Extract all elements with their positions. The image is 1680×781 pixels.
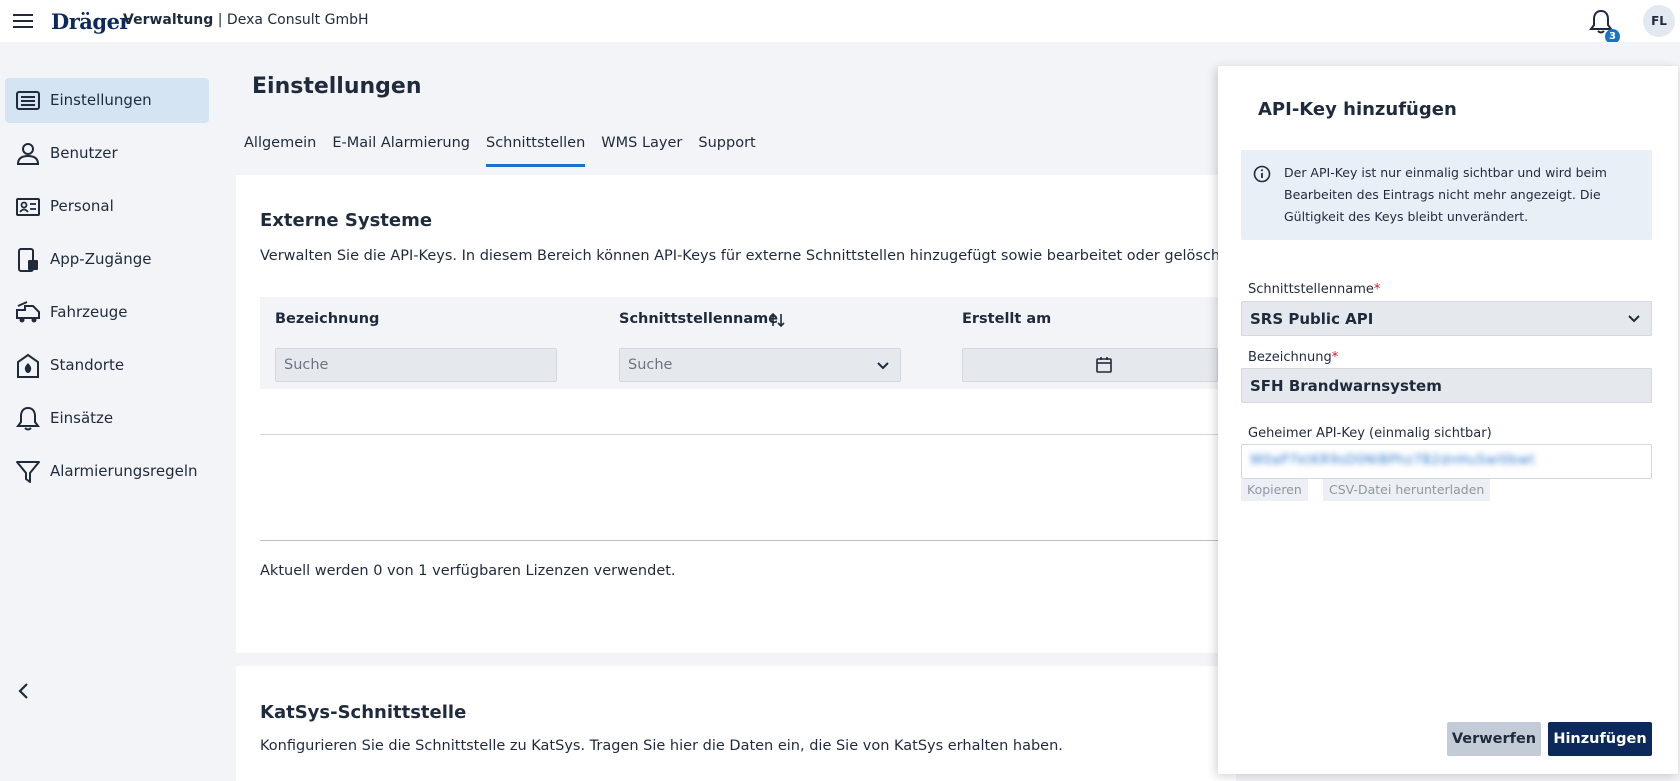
tab-wms-layer[interactable]: WMS Layer — [601, 125, 682, 167]
sidebar-item-einsaetze[interactable]: Einsätze — [5, 396, 209, 441]
field-label-bezeichnung: Bezeichnung* — [1248, 350, 1338, 365]
column-header-bezeichnung[interactable]: Bezeichnung — [275, 311, 379, 327]
filter-bezeichnung-input[interactable]: Suche — [275, 348, 557, 382]
table-footer-divider — [260, 540, 1218, 541]
katsys-title: KatSys-Schnittstelle — [260, 702, 467, 723]
menu-icon[interactable] — [13, 14, 33, 28]
add-button[interactable]: Hinzufügen — [1548, 722, 1652, 756]
katsys-description: Konfigurieren Sie die Schnittstelle zu K… — [260, 738, 1063, 754]
sidebar-item-label: Einstellungen — [50, 91, 152, 109]
chevron-down-icon — [1628, 315, 1640, 323]
chevron-down-icon — [877, 362, 889, 370]
user-avatar[interactable]: FL — [1643, 5, 1675, 37]
api-key-field[interactable]: W0aP7ktKR9sD0NlBPhz7B2dnHuSwl0bwt — [1241, 444, 1652, 479]
id-card-icon — [16, 198, 40, 216]
sidebar-item-label: App-Zugänge — [50, 250, 152, 268]
title-separator: | — [213, 12, 227, 28]
drawer-title: API-Key hinzufügen — [1258, 99, 1457, 120]
settings-panel-icon — [16, 91, 40, 110]
sidebar-item-label: Standorte — [50, 356, 125, 374]
sidebar-item-einstellungen[interactable]: Einstellungen — [5, 78, 209, 123]
sidebar-item-benutzer[interactable]: Benutzer — [5, 131, 209, 176]
csv-download-button[interactable]: CSV-Datei herunterladen — [1323, 479, 1491, 501]
user-icon — [16, 143, 40, 165]
brand-logo: Dräger — [51, 9, 131, 34]
tab-allgemein[interactable]: Allgemein — [244, 125, 316, 167]
field-label-schnittstellenname: Schnittstellenname* — [1248, 282, 1380, 297]
table-divider — [260, 434, 1218, 435]
sidebar-item-personal[interactable]: Personal — [5, 184, 209, 229]
tab-support[interactable]: Support — [698, 125, 755, 167]
field-label-text: Schnittstellenname — [1248, 282, 1374, 297]
page-title: Einstellungen — [252, 74, 422, 99]
sidebar-item-label: Benutzer — [50, 144, 118, 162]
column-header-erstellt-am[interactable]: Erstellt am — [962, 311, 1051, 327]
settings-tabs: Allgemein E-Mail Alarmierung Schnittstel… — [244, 125, 772, 167]
filter-select-placeholder: Suche — [628, 357, 673, 373]
top-bar: Dräger Verwaltung | Dexa Consult GmbH 3 … — [0, 0, 1680, 44]
sidebar-item-standorte[interactable]: Standorte — [5, 343, 209, 388]
fire-truck-icon — [16, 301, 40, 323]
bezeichnung-input[interactable]: SFH Brandwarnsystem — [1241, 368, 1652, 403]
info-icon — [1253, 165, 1271, 183]
sidebar-item-alarmierungsregeln[interactable]: Alarmierungsregeln — [5, 449, 209, 494]
device-access-icon — [18, 248, 38, 272]
copy-button[interactable]: Kopieren — [1241, 479, 1308, 501]
sidebar-item-label: Personal — [50, 197, 114, 215]
section-title: Externe Systeme — [260, 210, 433, 231]
app-name: Verwaltung — [123, 12, 214, 28]
collapse-sidebar-icon[interactable] — [14, 681, 34, 701]
bell-icon — [16, 406, 40, 431]
external-systems-card — [236, 175, 1236, 653]
required-mark: * — [1331, 350, 1339, 365]
sidebar-item-app-zugaenge[interactable]: App-Zugänge — [5, 237, 209, 282]
select-value: SRS Public API — [1250, 310, 1374, 328]
field-label-text: Bezeichnung — [1248, 350, 1332, 365]
field-label-api-key: Geheimer API-Key (einmalig sichtbar) — [1248, 426, 1492, 441]
filter-schnittstellenname-select[interactable]: Suche — [619, 348, 901, 382]
tab-email-alarmierung[interactable]: E-Mail Alarmierung — [332, 125, 470, 167]
katsys-card — [236, 666, 1236, 781]
info-text: Der API-Key ist nur einmalig sichtbar un… — [1284, 165, 1607, 224]
section-description: Verwalten Sie die API-Keys. In diesem Be… — [260, 248, 1218, 264]
sidebar-item-fahrzeuge[interactable]: Fahrzeuge — [5, 290, 209, 335]
filter-icon — [16, 461, 40, 483]
app-title: Verwaltung | Dexa Consult GmbH — [123, 12, 369, 28]
sidebar-item-label: Einsätze — [50, 409, 114, 427]
calendar-icon — [1096, 357, 1112, 373]
column-header-schnittstellenname[interactable]: Schnittstellenname — [619, 311, 778, 327]
sort-icon[interactable] — [769, 311, 785, 329]
schnittstellenname-select[interactable]: SRS Public API — [1241, 301, 1652, 336]
org-name: Dexa Consult GmbH — [226, 12, 369, 28]
tab-schnittstellen[interactable]: Schnittstellen — [486, 125, 586, 167]
location-icon — [17, 353, 39, 378]
filter-erstellt-am-date[interactable] — [962, 348, 1218, 382]
discard-button[interactable]: Verwerfen — [1447, 722, 1541, 756]
sidebar-item-label: Fahrzeuge — [50, 303, 128, 321]
required-mark: * — [1373, 282, 1381, 297]
license-info: Aktuell werden 0 von 1 verfügbaren Lizen… — [260, 563, 676, 579]
sidebar-item-label: Alarmierungsregeln — [50, 462, 198, 480]
api-key-value-blurred: W0aP7ktKR9sD0NlBPhz7B2dnHuSwl0bwt — [1250, 453, 1536, 468]
